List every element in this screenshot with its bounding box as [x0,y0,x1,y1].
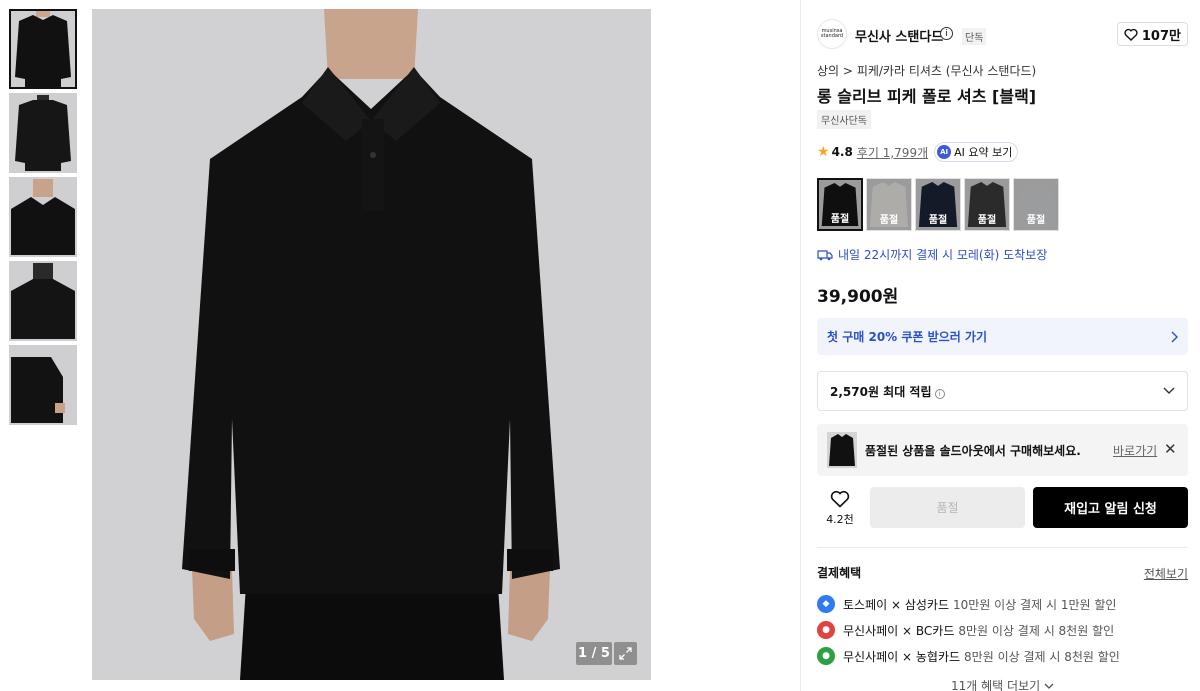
brand-like-count: 107만 [1141,28,1181,44]
heart-icon [830,490,850,508]
coupon-banner[interactable]: 첫 구매 20% 쿠폰 받으러 가기 [817,318,1188,355]
brand-row: musinsa standard 무신사 스탠다드 i 단독 107만 [817,18,1188,52]
soldout-thumbnail [827,432,857,468]
star-icon: ★ [817,144,830,160]
brand-name[interactable]: 무신사 스탠다드 [855,26,943,45]
color-option[interactable]: 품절 [964,178,1010,231]
breadcrumb-category[interactable]: 상의 [817,64,839,78]
product-title: 롱 슬리브 피케 폴로 셔츠 [블랙] [817,87,1037,106]
soldout-label: 품절 [965,179,1009,230]
thumbnail-image [11,179,75,255]
more-benefits-button[interactable]: 11개 혜택 더보기 [817,677,1188,691]
rating-row: ★ 4.8 후기 1,799개 AI AI 요약 보기 [817,142,1019,162]
restock-alert-button[interactable]: 재입고 알림 신청 [1033,487,1188,528]
chevron-down-icon [1044,683,1054,689]
benefits-title: 결제혜택 [817,566,862,580]
thumbnail-image [827,432,857,468]
benefit-name: 토스페이 × 삼성카드 [843,597,950,612]
thumbnail-back[interactable] [9,93,77,173]
soldout-link[interactable]: 바로가기 [1113,442,1157,459]
ai-summary-label: AI 요약 보기 [954,146,1013,159]
panel-divider [800,0,801,691]
points-text: 2,570원 최대 적립 [830,384,932,399]
breadcrumb: 상의 > 피케/카라 티셔츠 (무신사 스탠다드) [817,62,1036,79]
product-photo [92,9,651,680]
card-icon: ◆ [817,595,835,613]
benefit-item: ◆ 토스페이 × 삼성카드 10만원 이상 결제 시 1만원 할인 [817,594,1116,614]
color-options: 품절 품절 품절 품절 품절 [817,178,1059,231]
rating-value: 4.8 [831,145,853,159]
expand-button[interactable] [614,642,637,665]
soldout-label: 품절 [916,179,960,230]
product-tag: 무신사단독 [817,110,871,129]
thumbnail-image [11,263,75,339]
wishlist-button[interactable]: 4.2천 [817,487,863,529]
thumbnail-image [11,347,75,423]
info-icon[interactable]: i [934,388,945,399]
brand-exclusive-badge: 단독 [962,28,987,45]
brand-like-button[interactable]: 107만 [1116,22,1188,46]
benefits-view-all-link[interactable]: 전체보기 [1144,565,1188,582]
coupon-text: 첫 구매 20% 쿠폰 받으러 가기 [827,330,988,344]
wishlist-count: 4.2천 [826,512,854,526]
benefit-desc: 8만원 이상 결제 시 8천원 할인 [964,649,1120,664]
breadcrumb-separator: > [842,64,853,78]
card-icon: ● [817,621,835,639]
soldout-button[interactable]: 품절 [870,487,1025,528]
delivery-text: 내일 22시까지 결제 시 모레(화) 도착보장 [838,248,1048,262]
soldout-label: 품절 [1014,179,1058,230]
benefit-item: ● 무신사페이 × 농협카드 8만원 이상 결제 시 8천원 할인 [817,646,1120,666]
heart-icon [1124,28,1138,41]
product-price: 39,900원 [817,287,899,307]
thumbnail-list [9,9,77,429]
brand-logo-text: standard [820,33,844,39]
delivery-info: 내일 22시까지 결제 시 모레(화) 도착보장 [817,246,1047,263]
benefit-name: 무신사페이 × 농협카드 [843,649,961,664]
brand-logo[interactable]: musinsa standard [817,19,847,49]
expand-icon [619,647,632,660]
soldout-label: 품절 [819,180,861,229]
soldout-banner: 품절된 상품을 솔드아웃에서 구매해보세요. 바로가기 ✕ [817,424,1188,476]
thumbnail-front[interactable] [9,9,77,89]
breadcrumb-subcategory[interactable]: 피케/카라 티셔츠 (무신사 스탠다드) [857,64,1036,78]
ai-icon: AI [937,145,952,159]
close-icon[interactable]: ✕ [1164,440,1177,458]
product-info-panel: musinsa standard 무신사 스탠다드 i 단독 107만 상의 >… [817,0,1188,691]
ai-summary-button[interactable]: AI AI 요약 보기 [934,142,1019,162]
more-benefits-label: 11개 혜택 더보기 [951,679,1041,691]
color-option[interactable]: 품절 [1013,178,1059,231]
card-icon: ● [817,647,835,665]
color-option[interactable]: 품절 [866,178,912,231]
thumbnail-side[interactable] [9,345,77,425]
benefit-desc: 8만원 이상 결제 시 8천원 할인 [958,623,1115,638]
thumbnail-detail[interactable] [9,177,77,257]
soldout-label: 품절 [867,179,911,230]
info-icon[interactable]: i [940,27,953,40]
chevron-down-icon [1163,387,1175,394]
soldout-message: 품절된 상품을 솔드아웃에서 구매해보세요. [865,444,1081,458]
color-option[interactable]: 품절 [915,178,961,231]
thumbnail-image [11,95,75,171]
truck-icon [817,249,833,260]
main-product-image[interactable] [92,9,651,680]
thumbnail-image [11,11,75,87]
color-option[interactable]: 품절 [817,178,863,231]
purchase-actions: 4.2천 품절 재입고 알림 신청 [817,487,1188,529]
reviews-link[interactable]: 후기 1,799개 [857,144,928,161]
image-counter: 1 / 5 [576,642,612,665]
chevron-right-icon [1171,331,1178,342]
benefit-item: ● 무신사페이 × BC카드 8만원 이상 결제 시 8천원 할인 [817,620,1114,640]
thumbnail-back-detail[interactable] [9,261,77,341]
benefit-desc: 10만원 이상 결제 시 1만원 할인 [953,597,1117,612]
section-divider [817,547,1188,548]
points-dropdown[interactable]: 2,570원 최대 적립 i [817,371,1188,411]
benefit-name: 무신사페이 × BC카드 [843,623,955,638]
